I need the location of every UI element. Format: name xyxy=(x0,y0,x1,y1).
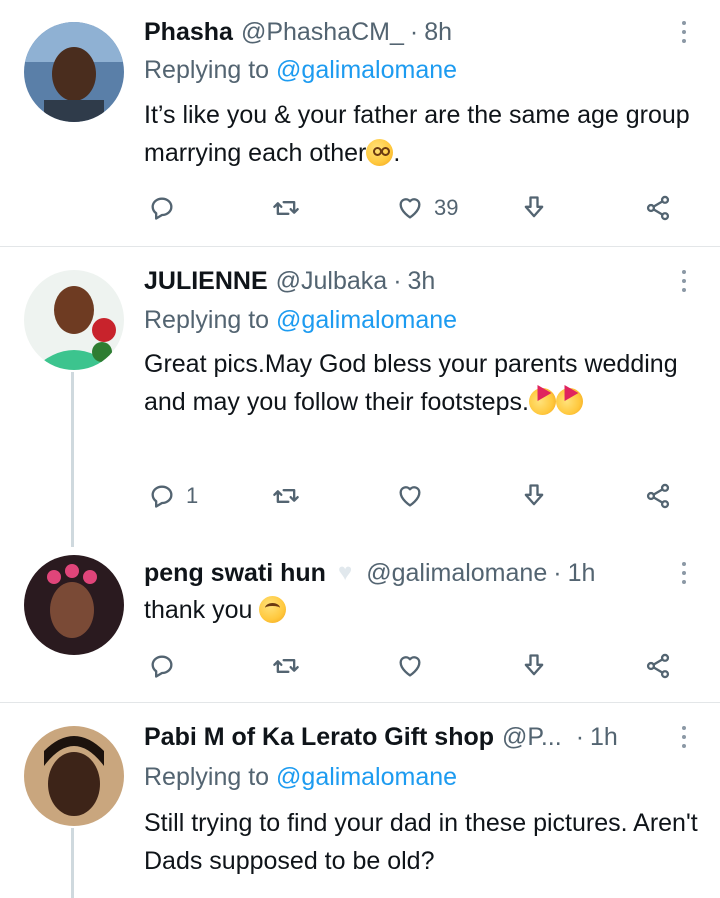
timestamp[interactable]: 1h xyxy=(590,723,618,752)
reply-icon xyxy=(151,655,173,678)
thread-line xyxy=(71,828,74,898)
more-icon[interactable] xyxy=(678,557,690,589)
tweet-text-suffix: . xyxy=(393,139,401,167)
share-icon xyxy=(646,483,670,509)
timestamp[interactable]: 1h xyxy=(568,559,596,588)
share-button[interactable] xyxy=(644,190,672,226)
retweet-icon xyxy=(273,489,299,503)
separator-dot: · xyxy=(575,722,585,751)
tweet-text: Still trying to find your dad in these p… xyxy=(144,804,704,880)
display-name[interactable]: peng swati hun xyxy=(144,559,326,588)
tweet-header: peng swati hun ♥ @galimalomane · 1h xyxy=(144,555,664,591)
user-handle[interactable]: @galimalomane xyxy=(366,559,547,588)
mention-link[interactable]: @galimalomane xyxy=(276,763,457,791)
replying-to: Replying to @galimalomane xyxy=(144,56,457,85)
tweet-header: Phasha @PhashaCM_ · 8h xyxy=(144,14,664,50)
thread-line xyxy=(71,372,74,547)
replying-to: Replying to @galimalomane xyxy=(144,306,457,335)
action-bar xyxy=(144,648,684,684)
avatar[interactable] xyxy=(24,22,124,122)
white-heart-icon: ♥ xyxy=(337,559,353,586)
action-bar: 1 xyxy=(144,478,684,514)
retweet-icon xyxy=(273,201,299,215)
more-icon[interactable] xyxy=(678,16,690,48)
like-button[interactable] xyxy=(396,478,424,514)
user-handle[interactable]: @P... xyxy=(502,723,562,752)
tweet-text-content: Still trying to find your dad in these p… xyxy=(144,809,698,875)
separator-dot: · xyxy=(393,266,402,295)
tweet-text: It’s like you & your father are the same… xyxy=(144,96,704,172)
separator-dot: · xyxy=(553,558,562,587)
separator-dot: · xyxy=(409,17,419,46)
tweet-pabi-m[interactable]: Pabi M of Ka Lerato Gift shop @P... · 1h… xyxy=(0,703,720,898)
replying-to: Replying to @galimalomane xyxy=(144,763,457,792)
like-count: 39 xyxy=(434,195,459,220)
share-icon xyxy=(646,195,670,221)
reply-button[interactable]: 1 xyxy=(148,478,198,514)
partying-face-icon xyxy=(528,388,556,415)
replying-to-label: Replying to xyxy=(144,56,270,84)
tweet-peng-swati-hun[interactable]: peng swati hun ♥ @galimalomane · 1h than… xyxy=(0,547,720,702)
user-handle[interactable]: @Julbaka xyxy=(276,267,388,296)
retweet-button[interactable] xyxy=(272,648,300,684)
display-name[interactable]: JULIENNE xyxy=(144,267,268,296)
share-icon xyxy=(646,653,670,679)
rolling-eyes-icon xyxy=(259,596,287,623)
user-handle[interactable]: @PhashaCM_ xyxy=(241,18,404,47)
tweet-header: JULIENNE @Julbaka · 3h xyxy=(144,263,664,299)
replying-to-label: Replying to xyxy=(144,763,270,791)
reply-icon xyxy=(151,485,173,508)
retweet-icon xyxy=(273,659,299,673)
avatar[interactable] xyxy=(24,555,124,655)
replying-to-label: Replying to xyxy=(144,306,270,334)
display-name[interactable]: Pabi M of Ka Lerato Gift shop xyxy=(144,723,494,752)
heart-icon xyxy=(399,656,421,677)
partying-face-icon xyxy=(555,388,583,415)
avatar[interactable] xyxy=(24,726,124,826)
tweet-header: Pabi M of Ka Lerato Gift shop @P... · 1h xyxy=(144,719,664,755)
reply-button[interactable] xyxy=(148,190,176,226)
flushed-face-icon xyxy=(366,139,394,166)
avatar[interactable] xyxy=(24,270,124,370)
download-icon xyxy=(524,484,544,506)
timestamp[interactable]: 8h xyxy=(424,18,452,47)
share-button[interactable] xyxy=(644,648,672,684)
timestamp[interactable]: 3h xyxy=(408,267,436,296)
like-button[interactable] xyxy=(396,648,424,684)
tweet-julienne[interactable]: JULIENNE @Julbaka · 3h Replying to @gali… xyxy=(0,247,720,547)
retweet-button[interactable] xyxy=(272,190,300,226)
download-icon xyxy=(524,196,544,218)
more-icon[interactable] xyxy=(678,265,690,297)
reply-icon xyxy=(151,197,173,220)
heart-icon xyxy=(399,486,421,507)
more-icon[interactable] xyxy=(678,721,690,753)
tweet-text: Great pics.May God bless your parents we… xyxy=(144,345,704,421)
retweet-button[interactable] xyxy=(272,478,300,514)
download-button[interactable] xyxy=(520,478,548,514)
mention-link[interactable]: @galimalomane xyxy=(276,306,457,334)
download-icon xyxy=(524,654,544,676)
tweet-phasha[interactable]: Phasha @PhashaCM_ · 8h Replying to @gali… xyxy=(0,0,720,246)
reply-button[interactable] xyxy=(148,648,176,684)
heart-icon xyxy=(399,198,421,219)
reply-count: 1 xyxy=(186,483,199,508)
tweet-text-content: It’s like you & your father are the same… xyxy=(144,101,690,167)
mention-link[interactable]: @galimalomane xyxy=(276,56,457,84)
action-bar: 39 xyxy=(144,190,684,226)
download-button[interactable] xyxy=(520,190,548,226)
share-button[interactable] xyxy=(644,478,672,514)
tweet-text: thank you xyxy=(144,591,704,629)
tweet-text-content: Great pics.May God bless your parents we… xyxy=(144,350,678,416)
tweet-text-content: thank you xyxy=(144,596,260,624)
display-name[interactable]: Phasha xyxy=(144,18,233,47)
like-button[interactable]: 39 xyxy=(396,190,458,226)
download-button[interactable] xyxy=(520,648,548,684)
